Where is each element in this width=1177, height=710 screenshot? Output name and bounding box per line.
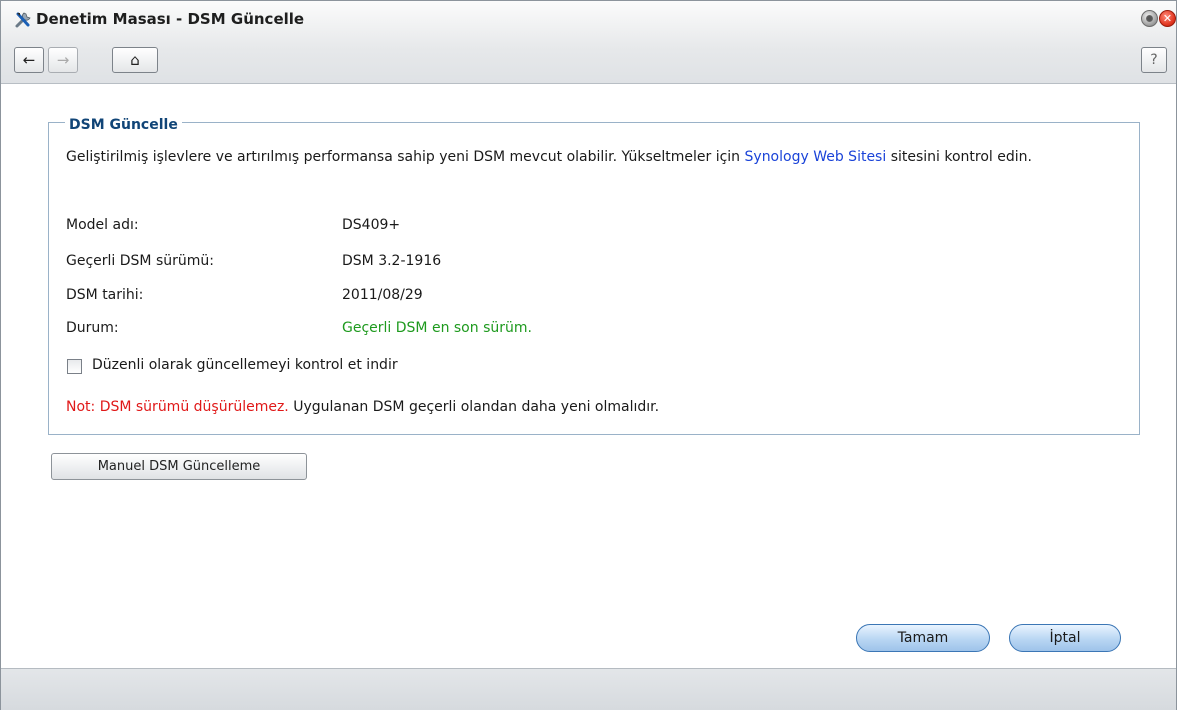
help-button[interactable]: ? — [1141, 47, 1167, 73]
ok-button[interactable]: Tamam — [856, 624, 990, 652]
forward-button[interactable]: → — [48, 47, 78, 73]
minimize-button[interactable] — [1141, 10, 1158, 27]
auto-check-update-label[interactable]: Düzenli olarak güncellemeyi kontrol et i… — [92, 357, 398, 373]
status-value: Geçerli DSM en son sürüm. — [342, 320, 532, 336]
description-text-after: sitesini kontrol edin. — [886, 149, 1032, 165]
current-version-value: DSM 3.2-1916 — [342, 253, 442, 269]
description-text-before: Geliştirilmiş işlevlere ve artırılmış pe… — [66, 149, 745, 165]
forward-arrow-icon: → — [56, 51, 70, 69]
current-version-label: Geçerli DSM sürümü: — [66, 253, 214, 269]
downgrade-warning: Not: DSM sürümü düşürülemez. — [66, 399, 289, 415]
home-button[interactable]: ⌂ — [112, 47, 158, 73]
help-icon: ? — [1150, 52, 1158, 68]
downgrade-note: Not: DSM sürümü düşürülemez. Uygulanan D… — [66, 399, 659, 415]
section-legend: DSM Güncelle — [65, 117, 182, 133]
status-label: Durum: — [66, 320, 119, 336]
auto-check-update-checkbox[interactable] — [67, 359, 82, 374]
title-bar: Denetim Masası - DSM Güncelle ✕ ← → ⌂ ? — [1, 1, 1176, 84]
dsm-date-label: DSM tarihi: — [66, 287, 144, 303]
back-arrow-icon: ← — [22, 51, 36, 69]
model-name-value: DS409+ — [342, 217, 401, 233]
control-panel-window: Denetim Masası - DSM Güncelle ✕ ← → ⌂ ? … — [0, 0, 1177, 710]
window-title: Denetim Masası - DSM Güncelle — [36, 10, 305, 28]
back-button[interactable]: ← — [14, 47, 44, 73]
status-bar — [1, 668, 1176, 710]
downgrade-note-text: Uygulanan DSM geçerli olandan daha yeni … — [288, 399, 660, 415]
synology-website-link[interactable]: Synology Web Sitesi — [745, 149, 887, 165]
cancel-button[interactable]: İptal — [1009, 624, 1121, 652]
model-name-label: Model adı: — [66, 217, 139, 233]
dsm-date-value: 2011/08/29 — [342, 287, 423, 303]
dsm-update-fieldset — [48, 122, 1140, 435]
close-button[interactable]: ✕ — [1159, 10, 1176, 27]
update-description: Geliştirilmiş işlevlere ve artırılmış pe… — [66, 149, 1126, 166]
manual-dsm-update-button[interactable]: Manuel DSM Güncelleme — [51, 453, 307, 480]
home-icon: ⌂ — [130, 51, 140, 69]
tools-icon — [14, 10, 34, 30]
